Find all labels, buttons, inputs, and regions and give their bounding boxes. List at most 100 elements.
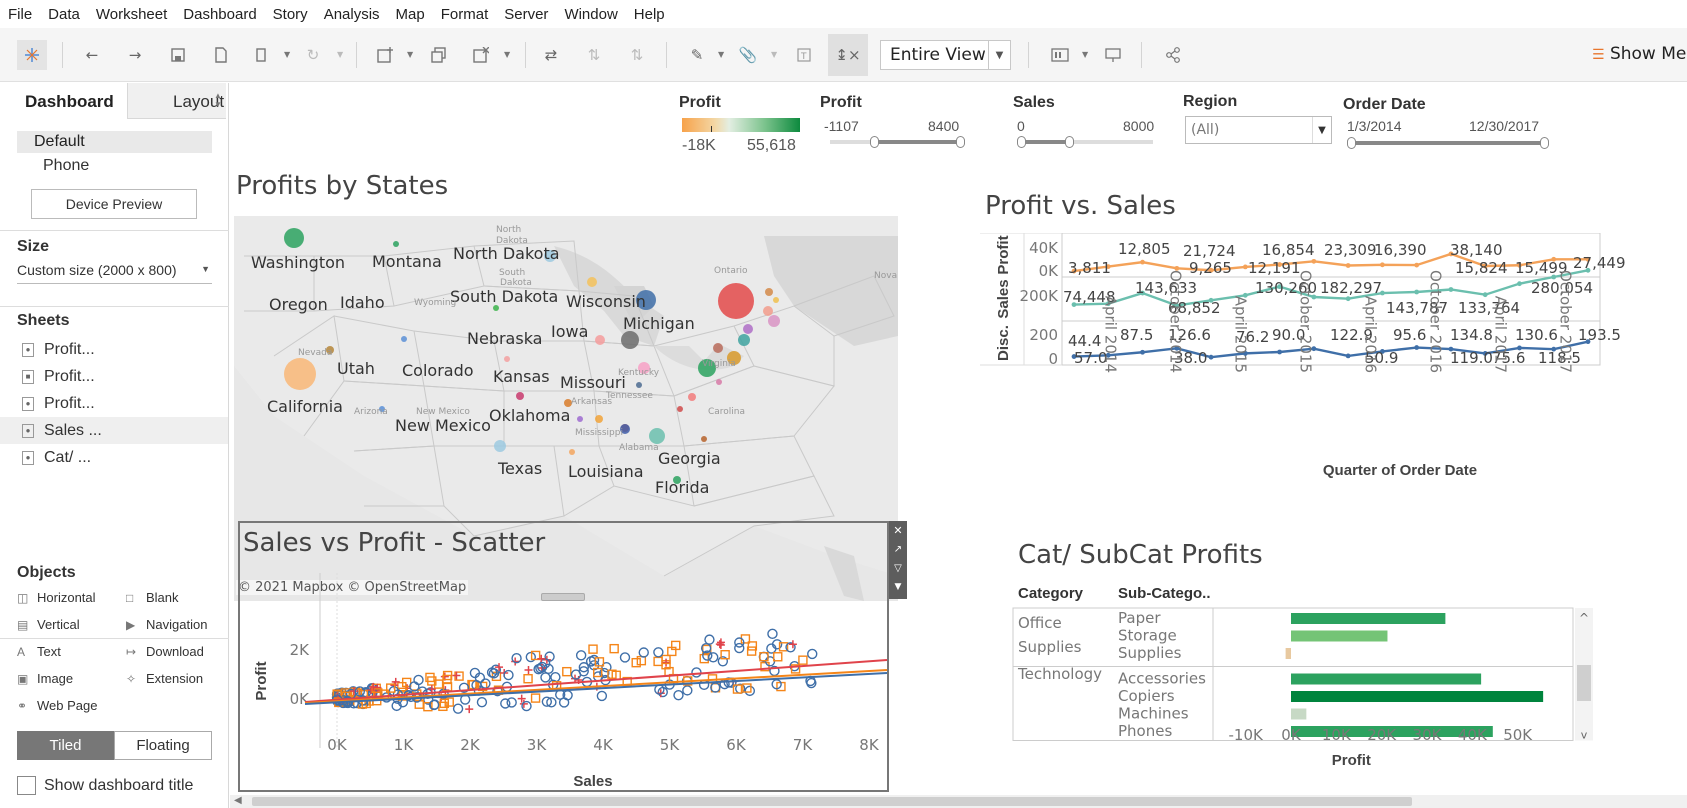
device-preview-button[interactable]: Device Preview	[31, 189, 197, 219]
region-dropdown[interactable]: (All) ▼	[1185, 116, 1332, 144]
tab-layout[interactable]: Layout ▲ ▼	[127, 83, 226, 119]
scatter-point	[525, 651, 537, 663]
pause-updates-icon[interactable]	[247, 40, 277, 70]
sort-ascending-icon[interactable]: ⇅	[579, 40, 609, 70]
state-label: Louisiana	[568, 462, 644, 481]
order-date-slider-track[interactable]	[1351, 141, 1544, 145]
new-worksheet-icon[interactable]	[370, 40, 400, 70]
menu-server[interactable]: Server	[504, 6, 548, 23]
profit-bar	[1291, 708, 1307, 720]
show-title-checkbox[interactable]	[17, 776, 36, 795]
bar-x-tick: 20K	[1367, 726, 1397, 744]
menu-analysis[interactable]: Analysis	[324, 6, 380, 23]
horizontal-scrollbar[interactable]: ◀	[230, 795, 1687, 808]
object-blank[interactable]: □ Blank	[126, 590, 179, 605]
disc-data-label: 44.4	[1068, 332, 1101, 350]
tiled-toggle[interactable]: Tiled	[17, 731, 114, 760]
order-date-slider-min-handle[interactable]	[1347, 137, 1356, 149]
sales-slider-min-handle[interactable]	[1017, 136, 1026, 148]
state-profit-mark	[284, 358, 316, 390]
close-icon[interactable]: ✕	[889, 521, 907, 540]
presentation-mode-icon[interactable]	[1098, 40, 1128, 70]
menu-worksheet[interactable]: Worksheet	[96, 6, 167, 23]
horizontal-icon: ◫	[17, 590, 29, 605]
device-default[interactable]: Default	[17, 131, 212, 153]
show-me-button[interactable]: ☰ Show Me	[1592, 44, 1686, 64]
tableau-logo-icon[interactable]	[17, 40, 47, 70]
profit-slider-max-handle[interactable]	[956, 136, 965, 148]
scatter-x-tick: 8K	[859, 736, 880, 754]
filter-icon[interactable]: ▽	[889, 559, 907, 578]
share-icon[interactable]	[1158, 40, 1188, 70]
show-cards-icon[interactable]	[1045, 40, 1075, 70]
region-filter-title: Region	[1183, 93, 1238, 110]
scroll-up-icon: ^	[1579, 611, 1589, 625]
minor-map-label: Nevada	[298, 348, 333, 358]
scatter-point	[413, 674, 424, 686]
scrollbar-thumb[interactable]	[252, 797, 1412, 806]
fix-axes-icon[interactable]: ↨×	[828, 34, 868, 76]
sheet-item[interactable]: ● Sales ...	[22, 422, 102, 440]
sheet-item[interactable]: ● Profit...	[22, 341, 95, 359]
menu-format[interactable]: Format	[441, 6, 489, 23]
line-chart[interactable]: Profit Sales Disc. 40K 0K 200K 200 0 3,811 12,805…	[980, 233, 1680, 523]
swap-rows-columns-icon[interactable]: ⇄	[536, 40, 566, 70]
object-image[interactable]: ▣ Image	[17, 671, 73, 686]
minor-map-label: Kentucky	[618, 368, 660, 378]
scatter-plot[interactable]: 0K 1K 2K 3K 4K 5K 6K 7K 8K 2K 0K Sales Profit	[240, 563, 887, 790]
object-horizontal[interactable]: ◫ Horizontal	[17, 590, 96, 605]
highlight-icon[interactable]: ✎	[682, 40, 712, 70]
undo-icon[interactable]: ←	[77, 40, 107, 70]
save-icon[interactable]	[163, 40, 193, 70]
object-vertical[interactable]: ▤ Vertical	[17, 617, 80, 632]
show-mark-labels-icon[interactable]: T	[789, 40, 819, 70]
menu-map[interactable]: Map	[396, 6, 425, 23]
state-label: Colorado	[402, 361, 474, 380]
menu-help[interactable]: Help	[634, 6, 665, 23]
duplicate-sheet-icon[interactable]	[424, 40, 454, 70]
menu-data[interactable]: Data	[48, 6, 80, 23]
state-profit-mark	[768, 315, 780, 327]
sales-slider-max-handle[interactable]	[1065, 136, 1074, 148]
redo-icon[interactable]: →	[120, 40, 150, 70]
size-dropdown[interactable]: Custom size (2000 x 800) ▼	[17, 262, 212, 284]
state-label: Oklahoma	[489, 406, 571, 425]
tab-menu-icon[interactable]: ▲ ▼	[214, 91, 222, 109]
object-navigation[interactable]: ▶ Navigation	[126, 617, 207, 632]
subcategory-header: Sub-Catego..	[1118, 585, 1211, 602]
profit-slider-min-handle[interactable]	[870, 136, 879, 148]
object-download[interactable]: ↦ Download	[126, 644, 204, 659]
object-web-page[interactable]: ⚭ Web Page	[17, 698, 97, 713]
menu-window[interactable]: Window	[564, 6, 617, 23]
clear-sheet-icon[interactable]	[466, 40, 496, 70]
bar-chart[interactable]: Category Sub-Catego..PaperStorageSupplies…	[1010, 578, 1670, 793]
menu-story[interactable]: Story	[273, 6, 308, 23]
group-members-icon[interactable]: 📎	[733, 40, 763, 70]
object-text[interactable]: A Text	[17, 644, 61, 659]
order-date-slider-max-handle[interactable]	[1540, 137, 1549, 149]
scatter-point	[609, 643, 619, 654]
bar-x-axis-label: Profit	[1332, 752, 1371, 769]
sales-data-label: 133,764	[1458, 299, 1520, 317]
state-label: Utah	[337, 359, 375, 378]
scroll-left-icon[interactable]: ◀	[234, 795, 242, 806]
menu-dashboard[interactable]: Dashboard	[183, 6, 256, 23]
device-phone[interactable]: Phone	[43, 157, 89, 175]
menu-file[interactable]: File	[8, 6, 32, 23]
go-to-sheet-icon[interactable]: ↗	[889, 540, 907, 559]
refresh-icon[interactable]: ↻	[298, 40, 328, 70]
new-data-source-icon[interactable]	[206, 40, 236, 70]
sheet-item[interactable]: ■ Profit...	[22, 368, 95, 386]
discount-line-point	[1345, 353, 1351, 359]
more-options-icon[interactable]: ▼	[889, 578, 907, 597]
sheet-item[interactable]: ● Profit...	[22, 395, 95, 413]
objects-title: Objects	[17, 564, 76, 581]
sort-descending-icon[interactable]: ⇅	[622, 40, 652, 70]
floating-toggle[interactable]: Floating	[114, 731, 212, 760]
object-extension[interactable]: ✧ Extension	[126, 671, 203, 686]
tab-dashboard[interactable]: Dashboard	[0, 83, 127, 119]
fit-dropdown[interactable]: Entire View ▼	[880, 40, 1011, 70]
vertical-icon: ▤	[17, 617, 29, 632]
chevron-down-icon[interactable]: ▼	[988, 41, 1010, 69]
sheet-item[interactable]: ● Cat/ ...	[22, 449, 91, 467]
